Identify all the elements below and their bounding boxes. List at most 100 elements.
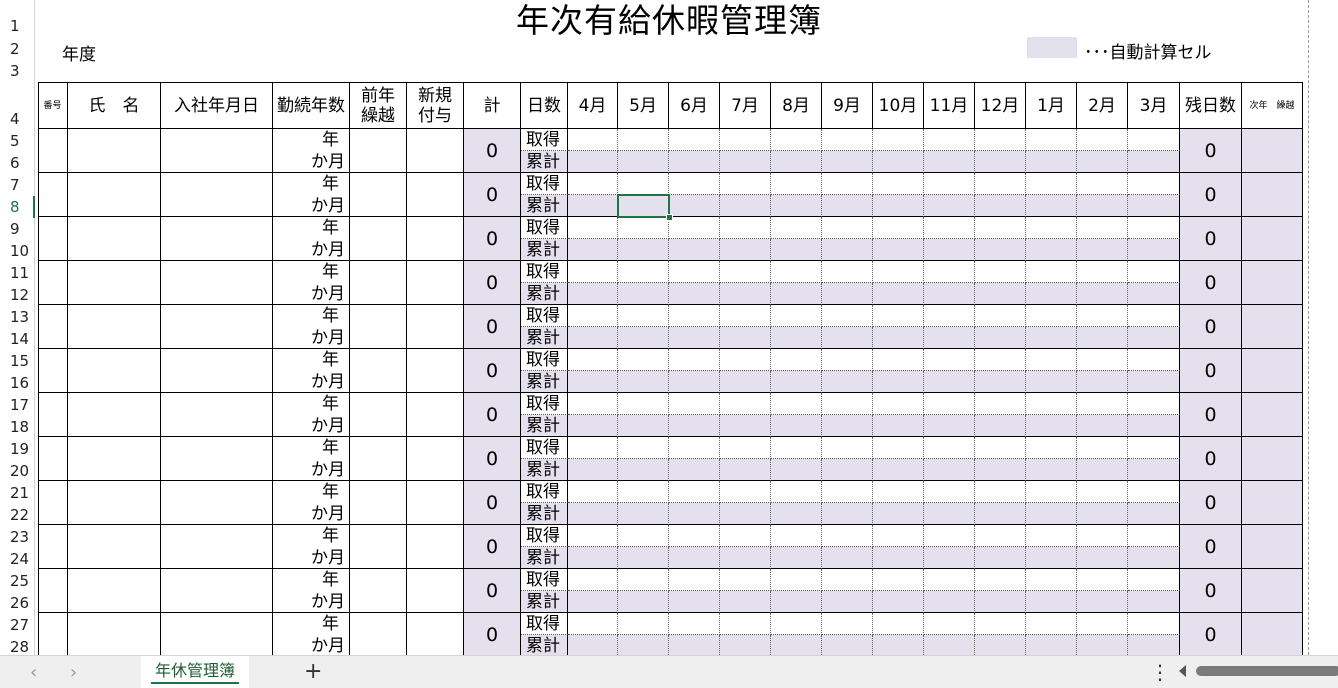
cell-month-taken[interactable] [1077, 525, 1128, 547]
cell-month-taken[interactable] [771, 613, 822, 635]
cell-month-taken[interactable] [669, 173, 720, 195]
cell-month-taken[interactable] [1026, 129, 1077, 151]
cell-month-taken[interactable] [924, 613, 975, 635]
cell-number[interactable] [38, 305, 68, 349]
cell-month-taken[interactable] [1077, 569, 1128, 591]
cell-name[interactable] [68, 393, 161, 437]
cell-month-taken[interactable] [720, 437, 771, 459]
row-number[interactable]: 20 [0, 462, 33, 480]
cell-month-taken[interactable] [771, 569, 822, 591]
sheet-tab-active[interactable]: 年休管理簿 [141, 656, 249, 688]
cell-carryover-prev[interactable] [350, 613, 407, 657]
cell-month-taken[interactable] [720, 217, 771, 239]
cell-month-taken[interactable] [669, 305, 720, 327]
cell-month-taken[interactable] [822, 525, 873, 547]
cell-hire-date[interactable] [161, 173, 273, 217]
cell-month-taken[interactable] [1077, 217, 1128, 239]
cell-new-grant[interactable] [407, 481, 464, 525]
cell-month-taken[interactable] [669, 393, 720, 415]
cell-month-taken[interactable] [568, 393, 618, 415]
plus-icon[interactable]: + [304, 659, 322, 684]
cell-carryover-prev[interactable] [350, 349, 407, 393]
cell-number[interactable] [38, 613, 68, 657]
row-number[interactable]: 11 [0, 264, 33, 282]
cell-tenure[interactable]: 年か月 [273, 129, 350, 173]
row-number[interactable]: 27 [0, 616, 33, 634]
cell-tenure[interactable]: 年か月 [273, 613, 350, 657]
cell-hire-date[interactable] [161, 217, 273, 261]
cell-month-taken[interactable] [975, 525, 1026, 547]
cell-month-taken[interactable] [568, 525, 618, 547]
cell-month-taken[interactable] [924, 129, 975, 151]
cell-hire-date[interactable] [161, 349, 273, 393]
row-number[interactable]: 25 [0, 572, 33, 590]
chevron-left-icon[interactable]: ‹ [30, 662, 37, 683]
cell-month-taken[interactable] [771, 129, 822, 151]
cell-month-taken[interactable] [1128, 569, 1180, 591]
cell-month-taken[interactable] [873, 525, 924, 547]
cell-month-taken[interactable] [1077, 305, 1128, 327]
row-number[interactable]: 17 [0, 396, 33, 414]
row-number[interactable]: 18 [0, 418, 33, 436]
cell-month-taken[interactable] [873, 569, 924, 591]
cell-new-grant[interactable] [407, 437, 464, 481]
cell-new-grant[interactable] [407, 525, 464, 569]
cell-month-taken[interactable] [568, 481, 618, 503]
chevron-right-icon[interactable]: › [70, 662, 77, 683]
cell-month-taken[interactable] [873, 613, 924, 635]
selected-cell[interactable] [617, 194, 670, 218]
cell-month-taken[interactable] [618, 393, 669, 415]
cell-month-taken[interactable] [975, 261, 1026, 283]
cell-month-taken[interactable] [618, 129, 669, 151]
cell-month-taken[interactable] [618, 173, 669, 195]
row-number[interactable]: 6 [0, 154, 33, 172]
cell-hire-date[interactable] [161, 393, 273, 437]
cell-month-taken[interactable] [975, 349, 1026, 371]
cell-month-taken[interactable] [1077, 173, 1128, 195]
cell-new-grant[interactable] [407, 305, 464, 349]
cell-number[interactable] [38, 173, 68, 217]
cell-month-taken[interactable] [975, 393, 1026, 415]
cell-month-taken[interactable] [822, 129, 873, 151]
row-number[interactable]: 14 [0, 330, 33, 348]
cell-month-taken[interactable] [669, 261, 720, 283]
row-number[interactable]: 26 [0, 594, 33, 612]
cell-month-taken[interactable] [1077, 349, 1128, 371]
cell-tenure[interactable]: 年か月 [273, 569, 350, 613]
cell-new-grant[interactable] [407, 261, 464, 305]
cell-month-taken[interactable] [720, 569, 771, 591]
cell-number[interactable] [38, 349, 68, 393]
cell-hire-date[interactable] [161, 261, 273, 305]
cell-number[interactable] [38, 261, 68, 305]
cell-month-taken[interactable] [568, 217, 618, 239]
cell-month-taken[interactable] [669, 349, 720, 371]
cell-number[interactable] [38, 129, 68, 173]
cell-tenure[interactable]: 年か月 [273, 217, 350, 261]
cell-month-taken[interactable] [669, 217, 720, 239]
row-number[interactable]: 23 [0, 528, 33, 546]
cell-month-taken[interactable] [822, 437, 873, 459]
cell-tenure[interactable]: 年か月 [273, 481, 350, 525]
cell-month-taken[interactable] [975, 173, 1026, 195]
cell-month-taken[interactable] [1026, 481, 1077, 503]
cell-month-taken[interactable] [1128, 305, 1180, 327]
cell-month-taken[interactable] [618, 217, 669, 239]
cell-month-taken[interactable] [669, 525, 720, 547]
cell-month-taken[interactable] [771, 437, 822, 459]
cell-month-taken[interactable] [873, 305, 924, 327]
cell-month-taken[interactable] [1128, 437, 1180, 459]
cell-month-taken[interactable] [720, 173, 771, 195]
cell-month-taken[interactable] [771, 393, 822, 415]
cell-month-taken[interactable] [873, 437, 924, 459]
cell-month-taken[interactable] [1128, 349, 1180, 371]
cell-hire-date[interactable] [161, 613, 273, 657]
cell-month-taken[interactable] [618, 261, 669, 283]
cell-tenure[interactable]: 年か月 [273, 261, 350, 305]
cell-month-taken[interactable] [822, 305, 873, 327]
vertical-ellipsis-icon[interactable]: ⋮ [1150, 660, 1170, 684]
cell-month-taken[interactable] [771, 481, 822, 503]
cell-month-taken[interactable] [1128, 261, 1180, 283]
cell-hire-date[interactable] [161, 129, 273, 173]
cell-month-taken[interactable] [568, 173, 618, 195]
cell-tenure[interactable]: 年か月 [273, 305, 350, 349]
